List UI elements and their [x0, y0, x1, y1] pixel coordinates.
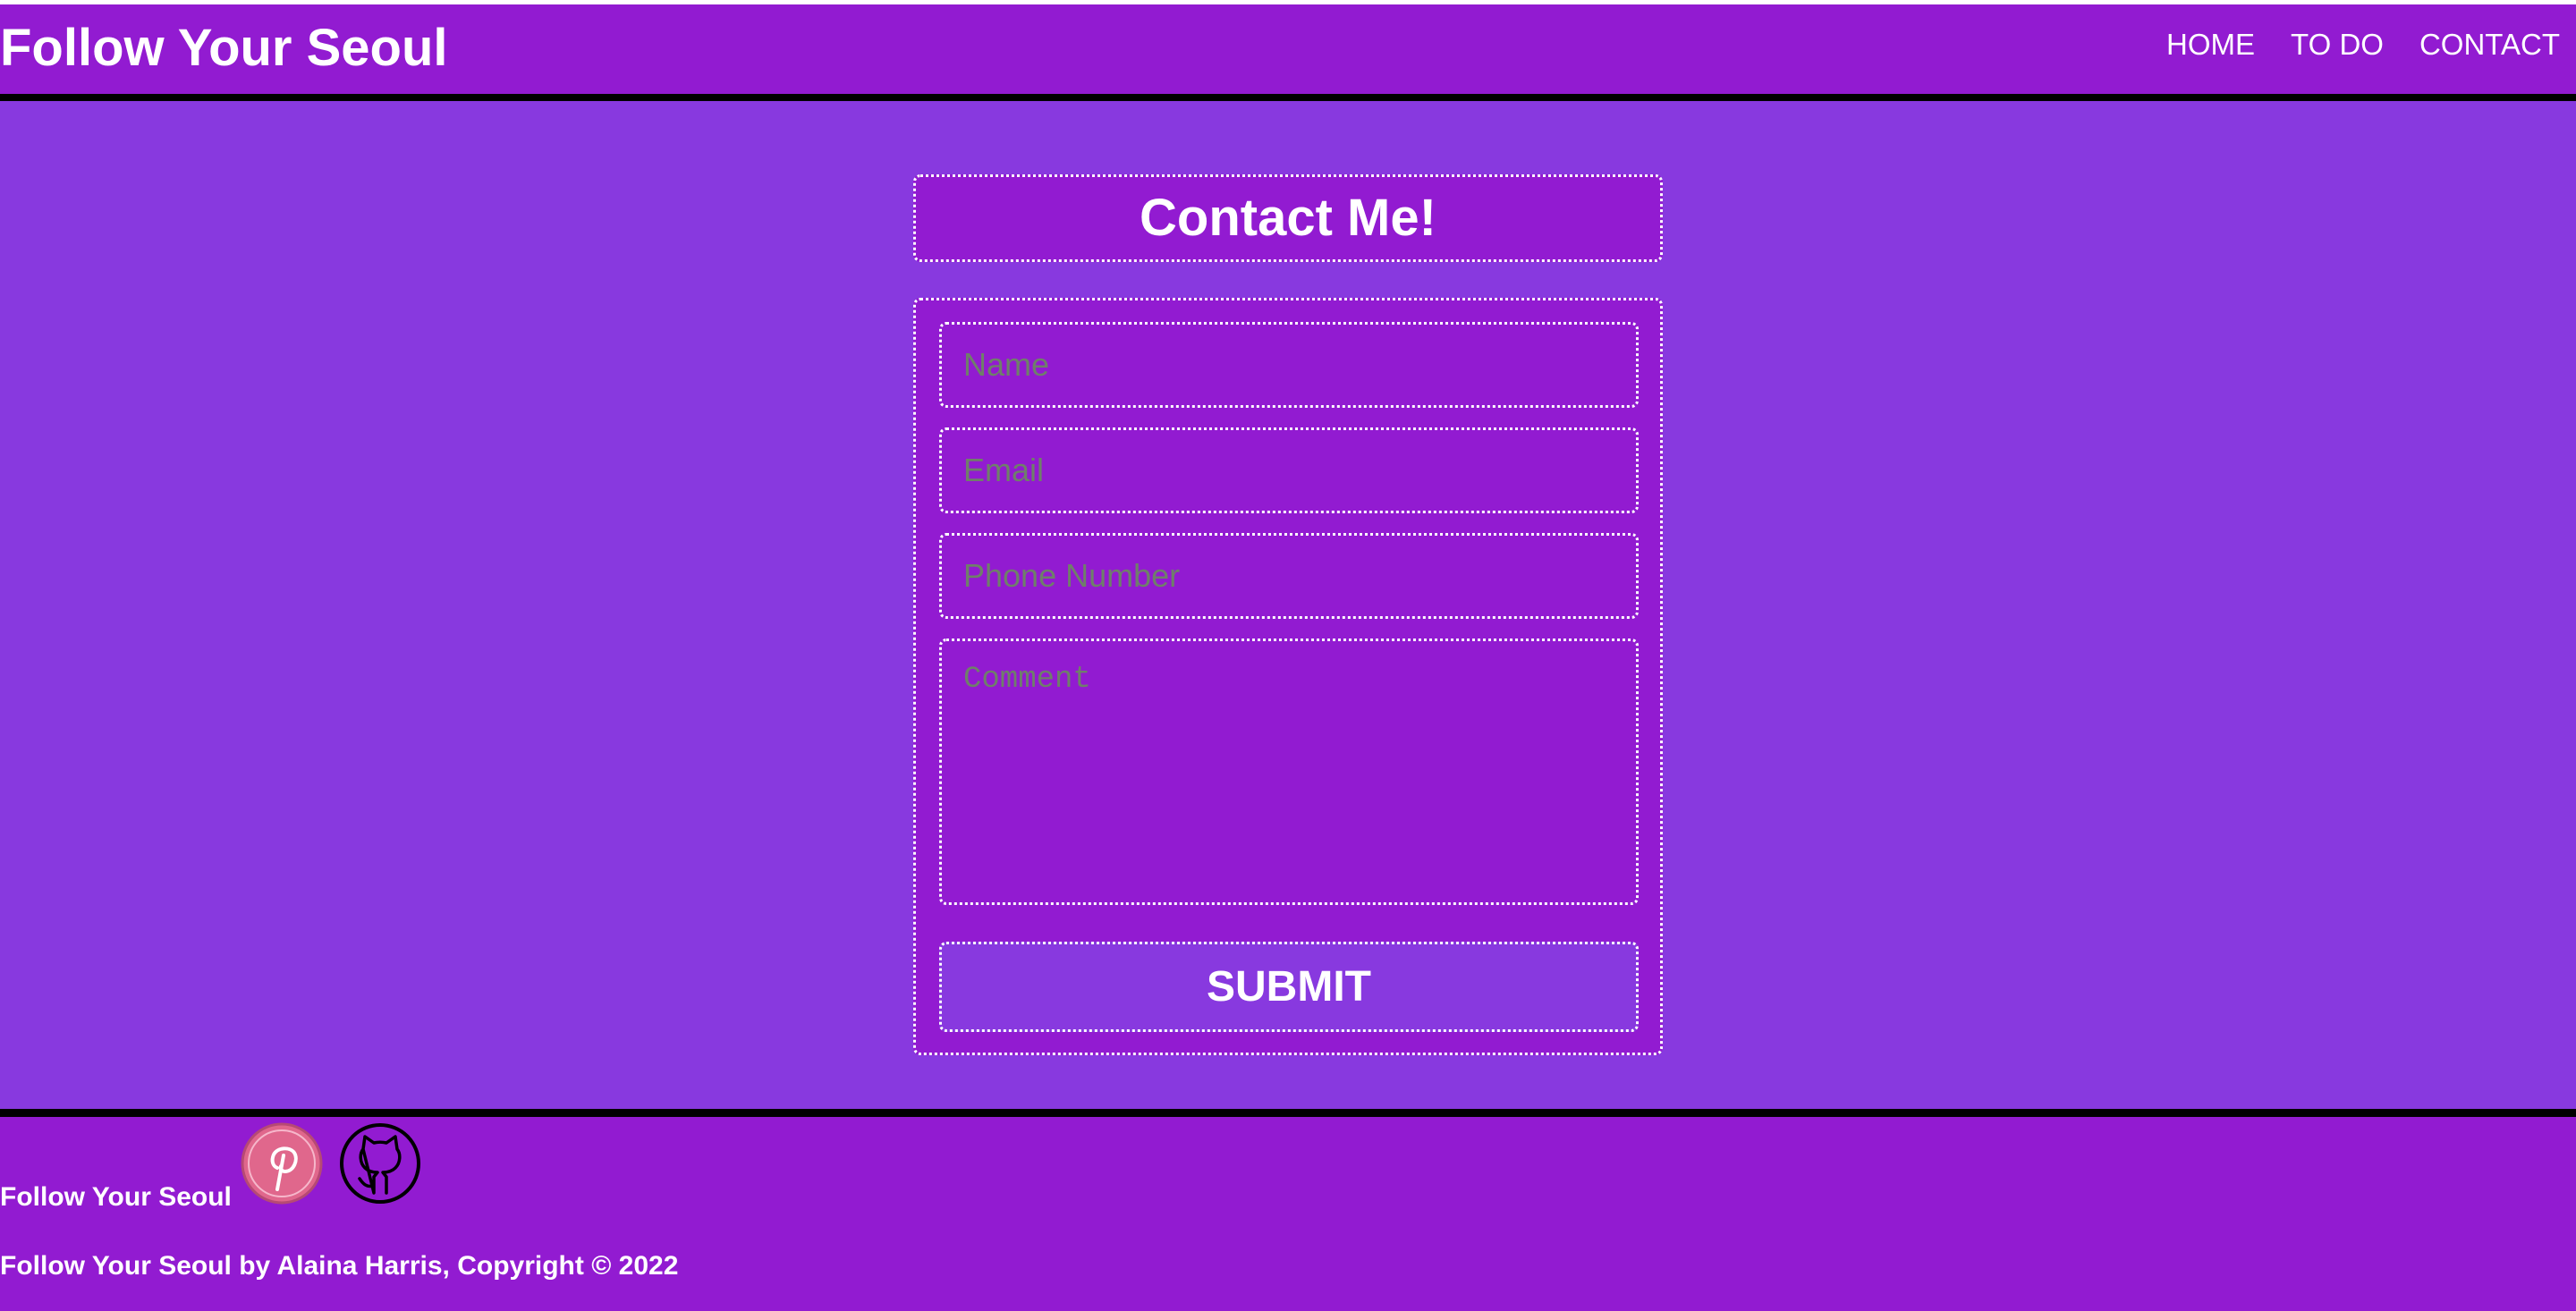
site-title: Follow Your Seoul — [0, 19, 448, 77]
phone-input[interactable] — [939, 533, 1639, 619]
nav-todo-link[interactable]: TO DO — [2291, 30, 2384, 59]
footer-brand: Follow Your Seoul — [0, 1182, 232, 1212]
email-input[interactable] — [939, 427, 1639, 513]
header-divider — [0, 94, 2576, 101]
submit-button[interactable]: SUBMIT — [939, 942, 1639, 1032]
contact-title: Contact Me! — [1140, 189, 1436, 247]
site-header: Follow Your Seoul HOME TO DO CONTACT — [0, 0, 2576, 94]
github-icon — [340, 1123, 420, 1204]
footer-divider — [0, 1109, 2576, 1117]
comment-textarea[interactable] — [939, 639, 1639, 905]
pinterest-icon — [241, 1122, 323, 1205]
copyright-text: Follow Your Seoul by Alaina Harris, Copy… — [0, 1251, 679, 1281]
contact-title-box: Contact Me! — [913, 174, 1663, 262]
nav-contact-link[interactable]: CONTACT — [2419, 30, 2560, 59]
github-link[interactable] — [338, 1121, 422, 1205]
contact-form: SUBMIT — [913, 298, 1663, 1055]
site-footer: Follow Your Seoul Follow Your Seoul by A… — [0, 1117, 2576, 1311]
name-input[interactable] — [939, 322, 1639, 408]
nav-home-link[interactable]: HOME — [2166, 30, 2255, 59]
main-nav: HOME TO DO CONTACT — [2166, 30, 2560, 59]
pinterest-link[interactable] — [240, 1121, 324, 1205]
